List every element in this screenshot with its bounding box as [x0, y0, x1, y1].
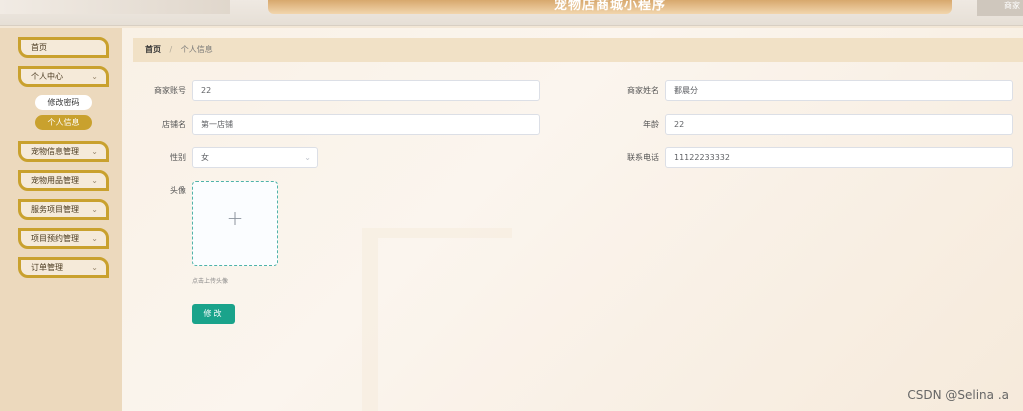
breadcrumb: 首页 / 个人信息	[133, 38, 1023, 62]
account-field[interactable]: 22	[192, 80, 540, 101]
chevron-down-icon: ⌄	[91, 72, 98, 81]
background-decor	[362, 228, 512, 411]
phone-field[interactable]: 11122233332	[665, 147, 1013, 168]
chevron-down-icon: ⌄	[304, 153, 311, 162]
avatar-label: 头像	[170, 186, 186, 195]
breadcrumb-current: 个人信息	[180, 45, 213, 54]
name-field[interactable]: 鄱晨分	[665, 80, 1013, 101]
chevron-down-icon: ⌄	[91, 147, 98, 156]
phone-value: 11122233332	[674, 153, 730, 162]
chevron-down-icon: ⌄	[91, 176, 98, 185]
plus-icon: +	[226, 206, 244, 230]
top-left-decor	[0, 0, 230, 14]
sidebar-item-personal-center[interactable]: 个人中心 ⌄	[18, 66, 109, 87]
chevron-down-icon: ⌄	[91, 234, 98, 243]
sidebar-item-label: 宠物信息管理	[31, 147, 79, 156]
name-label: 商家姓名	[627, 86, 659, 95]
sidebar-item-label: 首页	[31, 43, 47, 52]
chevron-down-icon: ⌄	[91, 263, 98, 272]
title-banner: 宠物店商城小程序	[268, 0, 952, 14]
breadcrumb-home[interactable]: 首页	[145, 45, 161, 54]
sidebar-item-label: 个人中心	[31, 72, 63, 81]
upload-hint: 点击上传头像	[192, 278, 229, 285]
age-field[interactable]: 22	[665, 114, 1013, 135]
sidebar-item-home[interactable]: 首页	[18, 37, 109, 58]
sidebar-item-orders[interactable]: 订单管理 ⌄	[18, 257, 109, 278]
sidebar-item-services[interactable]: 服务项目管理 ⌄	[18, 199, 109, 220]
gender-value: 女	[201, 153, 209, 162]
sidebar-item-label: 宠物用品管理	[31, 176, 79, 185]
shop-field[interactable]: 第一店铺	[192, 114, 540, 135]
sidebar-item-label: 项目预约管理	[31, 234, 79, 243]
sidebar-subitem-personal-info[interactable]: 个人信息	[35, 115, 92, 130]
submit-button-label: 修改	[203, 309, 224, 318]
account-value: 22	[201, 86, 212, 95]
sidebar-subitem-change-password[interactable]: 修改密码	[35, 95, 92, 110]
sidebar: 首页 个人中心 ⌄ 修改密码 个人信息 宠物信息管理 ⌄ 宠物用品管理 ⌄ 服务…	[0, 28, 122, 411]
age-value: 22	[674, 120, 685, 129]
sidebar-item-label: 订单管理	[31, 263, 63, 272]
watermark: CSDN @Selina .a	[907, 388, 1009, 402]
sidebar-subitem-label: 个人信息	[47, 118, 80, 127]
sidebar-item-appointments[interactable]: 项目预约管理 ⌄	[18, 228, 109, 249]
sidebar-item-pet-info[interactable]: 宠物信息管理 ⌄	[18, 141, 109, 162]
user-corner-label: 商家	[1004, 1, 1020, 10]
shop-label: 店铺名	[162, 120, 186, 129]
sidebar-item-pet-supplies[interactable]: 宠物用品管理 ⌄	[18, 170, 109, 191]
age-label: 年龄	[643, 120, 659, 129]
app-title: 宠物店商城小程序	[553, 0, 666, 13]
sidebar-item-label: 服务项目管理	[31, 205, 79, 214]
chevron-down-icon: ⌄	[91, 205, 98, 214]
submit-button[interactable]: 修改	[192, 304, 235, 324]
sidebar-subitem-label: 修改密码	[47, 98, 80, 107]
phone-label: 联系电话	[627, 153, 659, 162]
avatar-upload[interactable]: +	[192, 181, 278, 266]
account-label: 商家账号	[154, 86, 186, 95]
name-value: 鄱晨分	[674, 86, 698, 95]
shop-value: 第一店铺	[201, 120, 233, 129]
user-corner[interactable]: 商家	[977, 0, 1023, 16]
gender-label: 性别	[170, 153, 186, 162]
top-bar: 宠物店商城小程序 商家	[0, 0, 1023, 26]
gender-select[interactable]: 女 ⌄	[192, 147, 318, 168]
breadcrumb-separator: /	[169, 45, 173, 54]
